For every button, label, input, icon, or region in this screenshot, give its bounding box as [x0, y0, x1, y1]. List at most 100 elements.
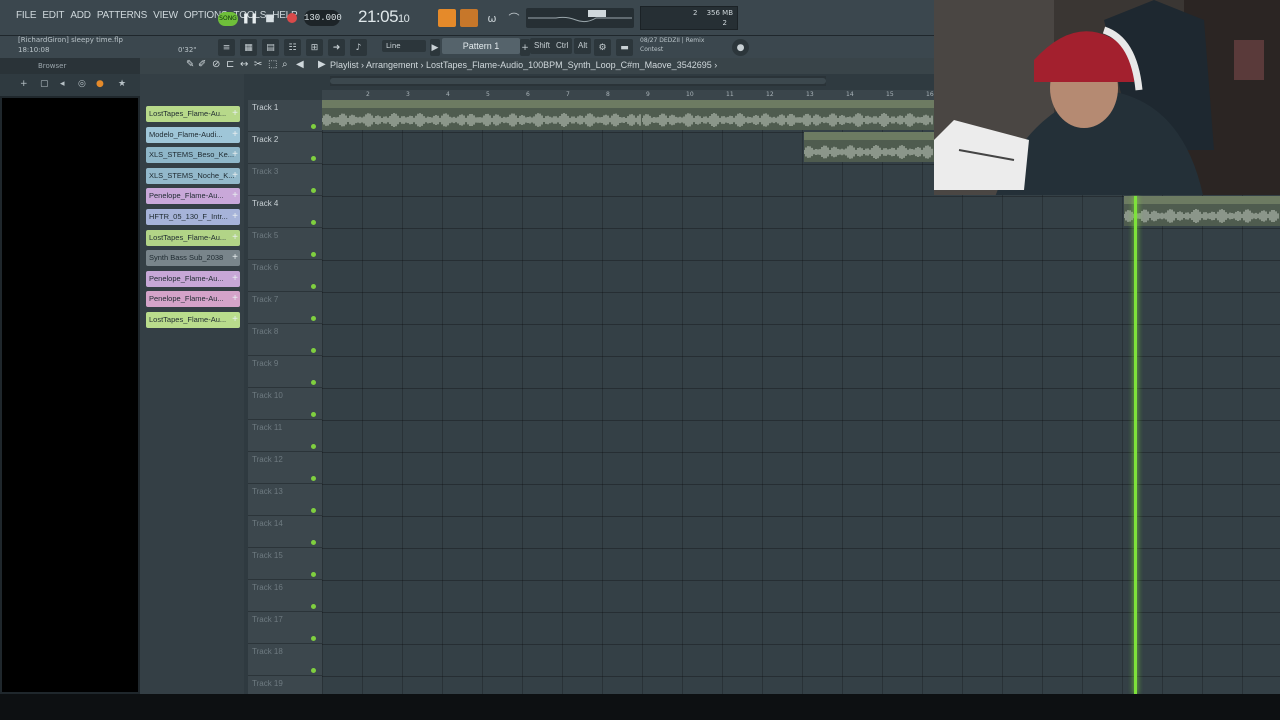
channel-button[interactable]: Synth Bass Sub_2038 + [146, 250, 240, 267]
browser-tag-icon[interactable]: ● [96, 79, 104, 89]
track-enable-led[interactable] [311, 220, 316, 225]
channel-button[interactable]: LostTapes_Flame-Au... + [146, 106, 240, 122]
trash-icon[interactable]: ▬ [616, 39, 633, 56]
track-enable-led[interactable] [311, 636, 316, 641]
channel-button[interactable]: LostTapes_Flame-Au... + [146, 229, 240, 246]
track-enable-led[interactable] [311, 348, 316, 353]
channel-button[interactable]: XLS_STEMS_Beso_Ke... + [146, 147, 240, 164]
record-button[interactable] [284, 10, 300, 26]
track-enable-led[interactable] [311, 380, 316, 385]
blend-icon[interactable]: ⌒ [506, 10, 522, 26]
pattern-prev-icon[interactable]: ▶ [430, 39, 440, 56]
audio-clip[interactable]: LostTapes_Flame-A..._C#m_Maove_3542695 [1124, 196, 1280, 226]
track-enable-led[interactable] [311, 476, 316, 481]
piano-roll-icon[interactable]: ▦ [240, 39, 257, 56]
stop-button[interactable]: ■ [262, 10, 278, 26]
menu-edit[interactable]: EDIT [42, 10, 64, 21]
track-enable-led[interactable] [311, 668, 316, 673]
playlist-play-icon[interactable]: ▶ [318, 59, 326, 70]
track-enable-led[interactable] [311, 540, 316, 545]
track-enable-led[interactable] [311, 252, 316, 257]
track-header[interactable]: Track 1 [248, 100, 322, 132]
track-enable-led[interactable] [311, 156, 316, 161]
playlist-scrollbar[interactable] [330, 76, 826, 86]
snap-selector[interactable]: Line [382, 40, 426, 52]
channel-rack-icon[interactable]: ▤ [262, 39, 279, 56]
track-header[interactable]: Track 13 [248, 484, 322, 516]
scrollbar-thumb[interactable] [330, 78, 826, 84]
pattern-selector[interactable]: Pattern 1 [442, 38, 520, 54]
audio-clip[interactable]: LostTapes_Flame-Audio_100BPM_Synth_Loop_… [642, 100, 934, 130]
track-header[interactable]: Track 16 [248, 580, 322, 612]
channel-add-icon[interactable]: + [232, 291, 238, 307]
track-header[interactable]: Track 11 [248, 420, 322, 452]
browser-star-icon[interactable]: ★ [118, 79, 126, 89]
track-header[interactable]: Track 2 [248, 132, 322, 164]
menu-patterns[interactable]: PATTERNS [97, 10, 147, 21]
playhead[interactable] [1134, 196, 1137, 694]
track-enable-led[interactable] [311, 316, 316, 321]
mixer-icon[interactable]: ☷ [284, 39, 301, 56]
pause-button[interactable]: ❚❚ [242, 10, 259, 26]
channel-button[interactable]: XLS_STEMS_Noche_K... + [146, 167, 240, 184]
mute-tool-icon[interactable]: ⊏ [226, 59, 234, 70]
track-header[interactable]: Track 3 [248, 164, 322, 196]
channel-add-icon[interactable]: + [232, 312, 238, 328]
zoom-tool-icon[interactable]: ⌕ [282, 59, 288, 70]
channel-add-icon[interactable]: + [232, 168, 238, 184]
track-header[interactable]: Track 7 [248, 292, 322, 324]
arrow-icon[interactable]: ➜ [328, 39, 345, 56]
track-header[interactable]: Track 9 [248, 356, 322, 388]
pattern-next-icon[interactable]: + [520, 39, 530, 56]
channel-button[interactable]: Penelope_Flame-Au... + [146, 188, 240, 205]
alt-key-button[interactable]: Alt [574, 38, 592, 54]
menu-add[interactable]: ADD [70, 10, 91, 21]
channel-add-icon[interactable]: + [232, 127, 238, 143]
track-header[interactable]: Track 8 [248, 324, 322, 356]
track-enable-led[interactable] [311, 284, 316, 289]
browser-content[interactable] [2, 98, 138, 692]
metronome-button[interactable] [438, 9, 456, 27]
channel-add-icon[interactable]: + [232, 147, 238, 163]
microphone-icon[interactable]: ♪ [350, 39, 367, 56]
channel-button[interactable]: LostTapes_Flame-Au... + [146, 312, 240, 328]
channel-add-icon[interactable]: + [232, 106, 238, 122]
step-edit-button[interactable] [460, 9, 478, 27]
track-enable-led[interactable] [311, 604, 316, 609]
track-header[interactable]: Track 14 [248, 516, 322, 548]
select-tool-icon[interactable]: ⬚ [268, 59, 277, 70]
track-header[interactable]: Track 4 [248, 196, 322, 228]
channel-add-icon[interactable]: + [232, 230, 238, 246]
playback-tool-icon[interactable]: ◀ [296, 59, 304, 70]
paint-tool-icon[interactable]: ✐ [198, 59, 206, 70]
track-header[interactable]: Track 17 [248, 612, 322, 644]
channel-add-icon[interactable]: + [232, 209, 238, 225]
wait-icon[interactable]: ω [484, 10, 500, 26]
channel-button[interactable]: Modelo_Flame-Audi... + [146, 126, 240, 143]
channel-button[interactable]: Penelope_Flame-Au... + [146, 291, 240, 308]
tempo-display[interactable]: 130.000 [304, 10, 342, 26]
settings-icon[interactable]: ⚙ [594, 39, 611, 56]
slip-tool-icon[interactable]: ↔ [240, 59, 248, 70]
browser-search-icon[interactable]: ◎ [78, 79, 86, 89]
channel-add-icon[interactable]: + [232, 250, 238, 266]
track-header[interactable]: Track 18 [248, 644, 322, 676]
draw-tool-icon[interactable]: ✎ [186, 59, 194, 70]
song-mode-toggle[interactable]: SONG [218, 12, 238, 26]
track-enable-led[interactable] [311, 124, 316, 129]
channel-button[interactable]: HFTR_05_130_F_Intr... + [146, 209, 240, 225]
shift-key-button[interactable]: Shift [530, 38, 555, 54]
browser-back-icon[interactable]: ◂ [60, 79, 65, 89]
menu-file[interactable]: FILE [16, 10, 37, 21]
track-enable-led[interactable] [311, 412, 316, 417]
slice-tool-icon[interactable]: ✂ [254, 59, 262, 70]
track-header[interactable]: Track 15 [248, 548, 322, 580]
track-header[interactable]: Track 5 [248, 228, 322, 260]
delete-tool-icon[interactable]: ⊘ [212, 59, 220, 70]
menu-view[interactable]: VIEW [153, 10, 178, 21]
playlist-view-icon[interactable]: ≡ [218, 39, 235, 56]
track-header[interactable]: Track 6 [248, 260, 322, 292]
browser-add-icon[interactable]: + [20, 79, 28, 89]
channel-button[interactable]: Penelope_Flame-Au... + [146, 270, 240, 287]
channel-add-icon[interactable]: + [232, 188, 238, 204]
